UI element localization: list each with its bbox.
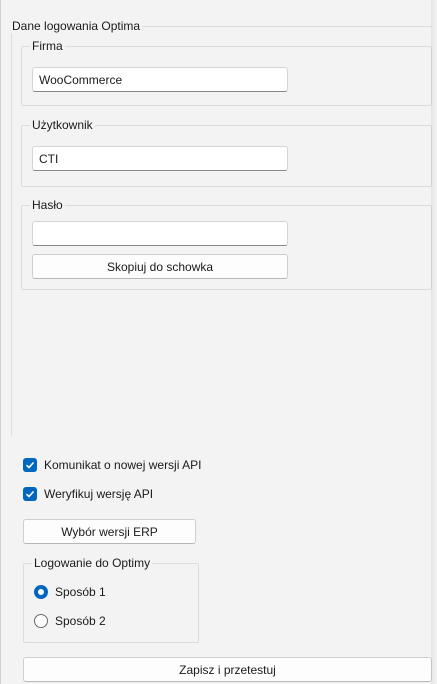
radio-option-1-row[interactable]: Sposób 1 — [34, 585, 106, 599]
checkmark-icon — [25, 490, 35, 498]
password-field[interactable] — [32, 221, 288, 246]
save-and-test-button[interactable]: Zapisz i przetestuj — [23, 657, 432, 682]
uzytkownik-group: Użytkownik CTI — [21, 118, 432, 187]
api-notice-checkbox-row[interactable]: Komunikat o nowej wersji API — [23, 458, 201, 472]
haslo-legend: Hasło — [30, 198, 65, 212]
verify-api-checkbox[interactable] — [23, 487, 37, 501]
checkmark-icon — [25, 461, 35, 469]
radio-option-2-label: Sposób 2 — [55, 614, 106, 628]
verify-api-checkbox-row[interactable]: Weryfikuj wersję API — [23, 487, 153, 501]
group-legend: Dane logowania Optima — [10, 19, 143, 33]
uzytkownik-field[interactable]: CTI — [32, 146, 288, 171]
firma-legend: Firma — [30, 39, 65, 53]
radio-option-2[interactable] — [34, 614, 48, 628]
verify-api-label: Weryfikuj wersję API — [44, 487, 154, 501]
uzytkownik-legend: Użytkownik — [30, 118, 95, 132]
firma-field[interactable]: WooCommerce — [32, 67, 288, 92]
radio-option-2-row[interactable]: Sposób 2 — [34, 614, 106, 628]
copy-to-clipboard-button[interactable]: Skopiuj do schowka — [32, 254, 288, 279]
api-notice-label: Komunikat o nowej wersji API — [44, 458, 202, 472]
radio-option-1-label: Sposób 1 — [55, 585, 106, 599]
window-edge — [431, 0, 437, 684]
haslo-group: Hasło Skopiuj do schowka — [21, 198, 432, 290]
firma-group: Firma WooCommerce — [21, 39, 432, 106]
settings-panel: Dane logowania Optima Firma WooCommerce … — [0, 0, 437, 684]
erp-version-button[interactable]: Wybór wersji ERP — [23, 519, 196, 544]
login-method-legend: Logowanie do Optimy — [32, 556, 153, 570]
radio-option-1[interactable] — [34, 585, 48, 599]
optima-login-method-group: Logowanie do Optimy — [23, 556, 199, 643]
api-notice-checkbox[interactable] — [23, 458, 37, 472]
